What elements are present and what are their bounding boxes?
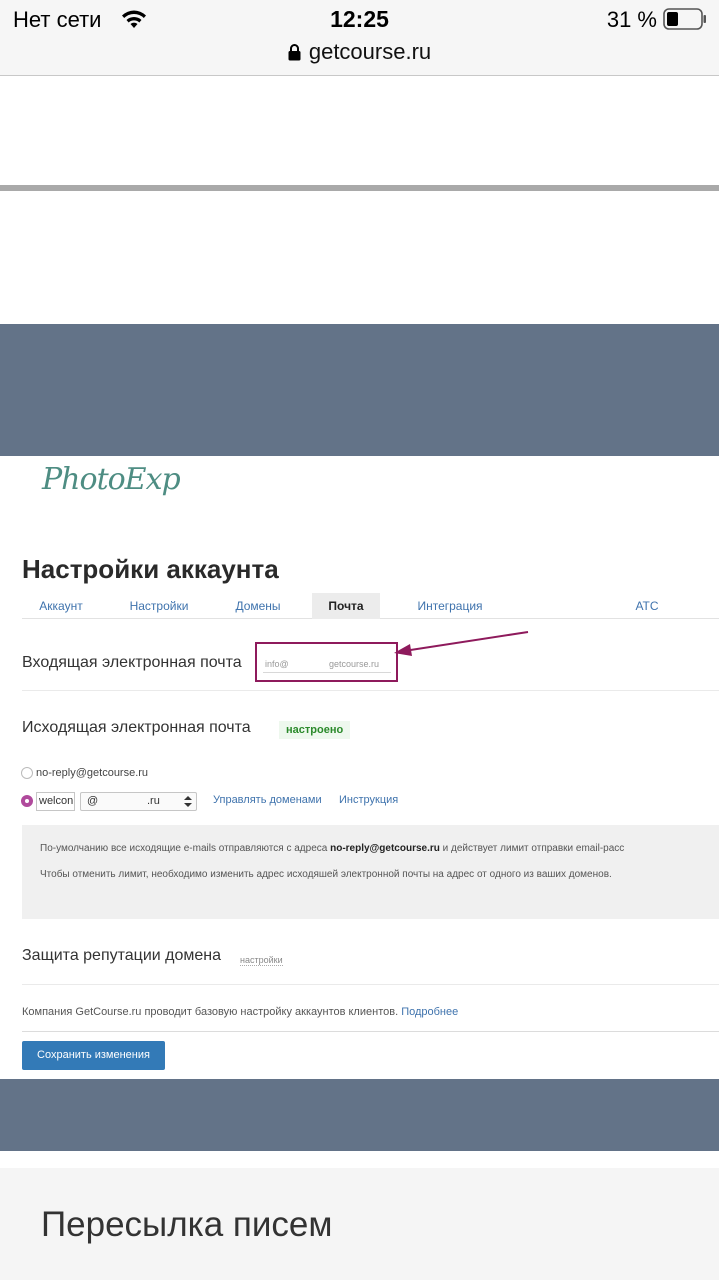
- instructions-link[interactable]: Инструкция: [339, 794, 398, 806]
- divider: [22, 1031, 719, 1032]
- domain-select[interactable]: @ .ru: [80, 792, 197, 811]
- url-text: getcourse.ru: [308, 39, 432, 64]
- info-line-2: Чтобы отменить лимит, необходимо изменит…: [40, 869, 612, 880]
- incoming-mail-field[interactable]: info@ getcourse.ru: [263, 656, 391, 673]
- tab-settings[interactable]: Настройки: [117, 593, 201, 619]
- domain-value: .ru: [147, 795, 160, 807]
- battery-percent: 31 %: [606, 7, 657, 32]
- tab-ats[interactable]: АТС: [622, 593, 672, 619]
- default-sender-label: no-reply@getcourse.ru: [36, 767, 149, 779]
- info-box: По-умолчанию все исходящие e-mails отпра…: [22, 825, 719, 919]
- address-bar[interactable]: getcourse.ru: [0, 39, 719, 65]
- save-changes-button[interactable]: Сохранить изменения: [22, 1041, 165, 1070]
- domain-at-sign: @: [87, 795, 99, 807]
- divider: [22, 984, 719, 985]
- reputation-settings-link[interactable]: настройки: [240, 955, 283, 966]
- divider: [22, 690, 719, 691]
- more-link[interactable]: Подробнее: [401, 1006, 458, 1018]
- incoming-mail-prefix: info@: [265, 659, 289, 669]
- page-title: Настройки аккаунта: [22, 554, 279, 584]
- radio-custom-sender[interactable]: [21, 795, 33, 807]
- domain-reputation-label: Защита репутации домена: [22, 947, 222, 964]
- logo: PhotoExp: [42, 462, 181, 497]
- bottom-band: [0, 1079, 719, 1151]
- outgoing-mail-label: Исходящая электронная почта: [22, 719, 251, 736]
- top-band: [0, 324, 719, 456]
- info-line-1: По-умолчанию все исходящие e-mails отпра…: [40, 843, 625, 854]
- page: Нет сети 12:25 31 % getcourse.ru PhotoEx…: [0, 0, 719, 1280]
- manage-domains-link[interactable]: Управлять доменами: [213, 794, 322, 806]
- tab-mail[interactable]: Почта: [312, 593, 380, 619]
- tab-integration[interactable]: Интеграция: [400, 593, 500, 619]
- battery-icon: [663, 8, 706, 30]
- select-arrows-icon: [184, 796, 192, 807]
- tab-account[interactable]: Аккаунт: [22, 593, 100, 619]
- status-badge: настроено: [279, 721, 351, 739]
- settings-tabs: Аккаунт Настройки Домены Почта Интеграци…: [22, 593, 719, 619]
- company-note: Компания GetCourse.ru проводит базовую н…: [22, 1006, 459, 1018]
- lock-icon: [288, 44, 301, 61]
- incoming-mail-label: Входящая электронная почта: [22, 654, 242, 671]
- section-title: Пересылка писем: [41, 1205, 333, 1244]
- status-bar: Нет сети 12:25 31 % getcourse.ru: [0, 0, 719, 76]
- arrow-annotation-icon: [394, 631, 529, 656]
- radio-default-sender[interactable]: [21, 767, 33, 779]
- tab-domains[interactable]: Домены: [222, 593, 294, 619]
- sender-name-input[interactable]: welcon: [36, 792, 75, 811]
- separator-rule: [0, 185, 719, 191]
- incoming-mail-suffix: getcourse.ru: [329, 659, 380, 669]
